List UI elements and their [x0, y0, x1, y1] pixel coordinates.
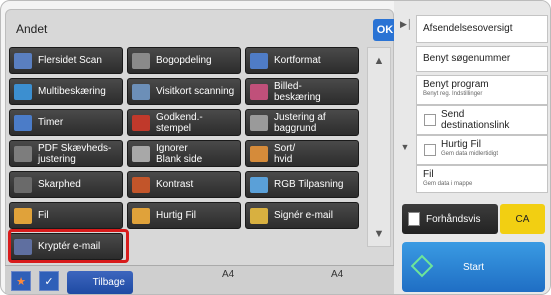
file-option[interactable]: Fil Gem data i mappe: [416, 165, 548, 193]
folder-icon: [14, 207, 32, 224]
function-scrollbar[interactable]: ▲ ▼: [367, 47, 391, 247]
function-button-label: Kortformat: [274, 55, 321, 66]
function-button-label: Ignorer Blank side: [156, 142, 203, 165]
function-button-label: Billed- beskæring: [274, 80, 321, 103]
panel-title: Andet: [16, 22, 48, 36]
function-button-label: Fil: [38, 210, 49, 221]
clear-all-button[interactable]: CA: [500, 204, 545, 234]
start-diamond-icon: [410, 254, 434, 278]
use-program-button[interactable]: Benyt program Benyt reg. Indstillinger: [416, 75, 548, 105]
send-link-checkbox[interactable]: [424, 114, 436, 126]
scroll-up-icon[interactable]: ▲: [368, 50, 390, 72]
function-button-label: Visitkort scanning: [156, 86, 235, 97]
options-scroll-down-icon[interactable]: ▼: [396, 129, 414, 165]
multi-crop-icon: [14, 83, 32, 100]
selected-highlight: [8, 229, 129, 263]
timer-icon: [14, 114, 32, 131]
function-button-4[interactable]: Multibeskæring: [9, 78, 123, 105]
start-label: Start: [462, 261, 485, 273]
pdf-skew-icon: [14, 145, 32, 162]
function-button-label: RGB Tilpasning: [274, 179, 344, 190]
use-program-label: Benyt program: [423, 79, 489, 90]
rgb-adjust-icon: [250, 176, 268, 193]
quick-file-sub: Gem data midlertidigt: [441, 151, 499, 157]
function-button-label: Justering af baggrund: [274, 111, 326, 134]
function-button-1[interactable]: Flersidet Scan: [9, 47, 123, 74]
paper-size-original: A4: [222, 269, 235, 280]
image-crop-icon: [250, 83, 268, 100]
preview-icon: [408, 212, 420, 226]
scroll-down-icon[interactable]: ▼: [368, 223, 390, 245]
book-divide-icon: [132, 52, 150, 69]
function-button-11[interactable]: Ignorer Blank side: [127, 140, 241, 167]
function-button-label: Bogopdeling: [156, 55, 212, 66]
function-button-3[interactable]: Kortformat: [245, 47, 359, 74]
preview-label: Forhåndsvis: [426, 213, 481, 225]
paper-size-send: A4: [331, 269, 344, 280]
function-button-label: Godkend.- stempel: [156, 111, 203, 134]
expand-arrow-icon[interactable]: ▶│: [400, 19, 413, 30]
function-button-17[interactable]: Hurtig Fil: [127, 202, 241, 229]
function-button-7[interactable]: Timer: [9, 109, 123, 136]
function-button-5[interactable]: Visitkort scanning: [127, 78, 241, 105]
function-button-8[interactable]: Godkend.- stempel: [127, 109, 241, 136]
function-button-label: PDF Skævheds- justering: [38, 142, 112, 165]
contrast-icon: [132, 176, 150, 193]
app-frame: Andet OK Flersidet Scan Bogopdeling Kortfo…: [0, 0, 551, 295]
back-button[interactable]: Tilbage: [67, 271, 133, 294]
sharpness-icon: [14, 176, 32, 193]
star-icon[interactable]: ★: [11, 271, 31, 291]
function-button-6[interactable]: Billed- beskæring: [245, 78, 359, 105]
function-button-label: Signér e-mail: [274, 210, 333, 221]
business-card-icon: [132, 83, 150, 100]
function-button-14[interactable]: Kontrast: [127, 171, 241, 198]
blank-page-icon: [132, 145, 150, 162]
function-button-12[interactable]: Sort/ hvid: [245, 140, 359, 167]
function-button-2[interactable]: Bogopdeling: [127, 47, 241, 74]
function-button-9[interactable]: Justering af baggrund: [245, 109, 359, 136]
preview-button[interactable]: Forhåndsvis: [402, 204, 498, 234]
sign-email-icon: [250, 207, 268, 224]
action-panel: ▶│ Afsendelsesoversigt Benyt søgenummer …: [394, 1, 550, 294]
function-button-label: Timer: [38, 117, 64, 128]
function-button-label: Flersidet Scan: [38, 55, 102, 66]
stamp-icon: [132, 114, 150, 131]
black-white-icon: [250, 145, 268, 162]
send-history-button[interactable]: Afsendelsesoversigt: [416, 15, 548, 43]
function-button-label: Sort/ hvid: [274, 142, 296, 165]
quick-file-label: Hurtig Fil: [441, 139, 482, 150]
quick-file-icon: [132, 207, 150, 224]
function-button-10[interactable]: PDF Skævheds- justering: [9, 140, 123, 167]
file-sub: Gem data i mappe: [423, 181, 473, 187]
quick-file-checkbox[interactable]: [424, 144, 436, 156]
function-button-label: Kontrast: [156, 179, 194, 190]
file-label: Fil: [423, 169, 434, 180]
use-program-sub: Benyt reg. Indstillinger: [423, 91, 483, 97]
multipage-scan-icon: [14, 52, 32, 69]
function-button-18[interactable]: Signér e-mail: [245, 202, 359, 229]
function-button-label: Skarphed: [38, 179, 81, 190]
checkmark-icon[interactable]: ✓: [39, 271, 59, 291]
card-format-icon: [250, 52, 268, 69]
start-button[interactable]: Start: [402, 242, 545, 292]
function-button-15[interactable]: RGB Tilpasning: [245, 171, 359, 198]
function-button-13[interactable]: Skarphed: [9, 171, 123, 198]
function-button-label: Hurtig Fil: [156, 210, 197, 221]
use-search-number-button[interactable]: Benyt søgenummer: [416, 46, 548, 72]
background-adjust-icon: [250, 114, 268, 131]
function-button-16[interactable]: Fil: [9, 202, 123, 229]
function-button-label: Multibeskæring: [38, 86, 106, 97]
